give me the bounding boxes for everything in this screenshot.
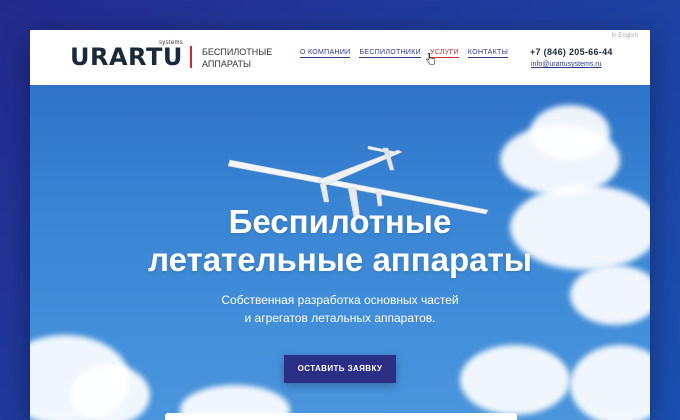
phone-number[interactable]: +7 (846) 205-66-44 xyxy=(530,47,613,57)
hero-title-line-1: Беспилотные xyxy=(228,203,452,240)
nav-item-drones[interactable]: БЕСПИЛОТНИКИ xyxy=(359,48,421,58)
logo-divider xyxy=(190,46,192,68)
logo-tagline: БЕСПИЛОТНЫЕ АППАРАТЫ xyxy=(202,46,282,70)
cloud xyxy=(570,345,650,420)
email-link[interactable]: info@urartusystems.ru xyxy=(531,61,602,68)
content-card xyxy=(165,413,517,420)
logo-wordmark: URARTU xyxy=(70,43,183,71)
hero-subtitle-line-2: и агрегатов летальных аппаратов. xyxy=(244,311,436,325)
site-logo[interactable]: systems URARTU xyxy=(70,40,184,71)
hero-subtitle: Собственная разработка основных частей и… xyxy=(30,291,650,327)
submit-request-button[interactable]: ОСТАВИТЬ ЗАЯВКУ xyxy=(284,355,396,383)
cloud xyxy=(460,345,570,415)
logo-subtitle: systems xyxy=(159,40,184,46)
hero-section: Беспилотные летательные аппараты Собстве… xyxy=(30,85,650,420)
cloud xyxy=(70,365,150,420)
site-header: systems URARTU БЕСПИЛОТНЫЕ АППАРАТЫ О КО… xyxy=(30,30,650,85)
tagline-line-1: БЕСПИЛОТНЫЕ xyxy=(202,47,273,57)
tagline-line-2: АППАРАТЫ xyxy=(202,59,252,69)
cloud xyxy=(530,105,610,160)
nav-item-about[interactable]: О КОМПАНИИ xyxy=(300,48,351,58)
main-nav: О КОМПАНИИ БЕСПИЛОТНИКИ УСЛУГИ КОНТАКТЫ xyxy=(300,48,509,58)
nav-item-contacts[interactable]: КОНТАКТЫ xyxy=(467,48,509,58)
hero-title: Беспилотные летательные аппараты xyxy=(30,203,650,279)
hero-subtitle-line-1: Собственная разработка основных частей xyxy=(221,293,459,307)
hand-pointer-icon xyxy=(426,53,436,65)
hero-title-line-2: летательные аппараты xyxy=(148,241,532,278)
browser-page: systems URARTU БЕСПИЛОТНЫЕ АППАРАТЫ О КО… xyxy=(30,30,650,420)
language-switch[interactable]: In English xyxy=(612,33,638,39)
